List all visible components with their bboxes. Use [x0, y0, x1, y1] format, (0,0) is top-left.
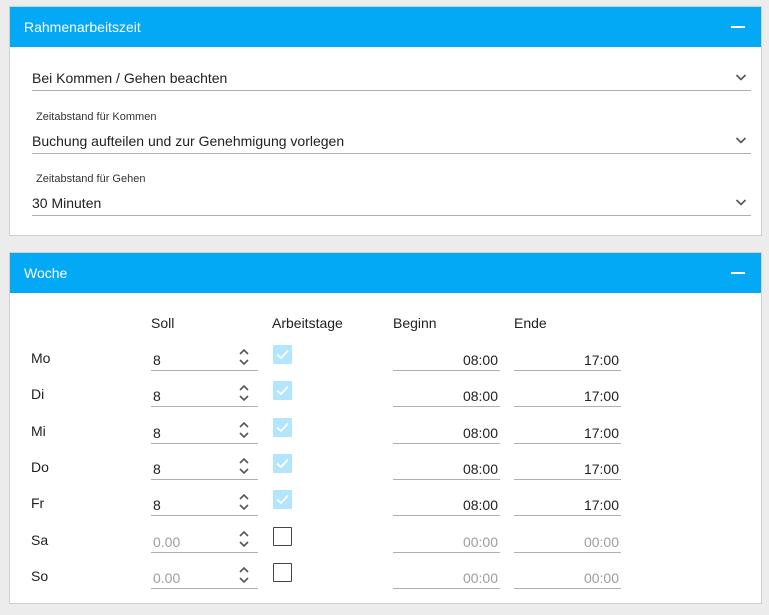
col-header-beginn: Beginn — [393, 315, 437, 331]
ende-input[interactable]: 17:00 — [514, 384, 621, 408]
ende-input[interactable]: 17:00 — [514, 457, 621, 480]
soll-value: 8 — [153, 388, 161, 405]
ende-input[interactable]: 17:00 — [514, 493, 621, 517]
up-down-chevron-icon[interactable] — [238, 383, 250, 403]
beginn-value: 08:00 — [462, 352, 498, 368]
gehen-select[interactable]: 30 Minuten — [32, 192, 751, 216]
up-down-chevron-icon[interactable] — [238, 347, 250, 367]
arbeitstag-checkbox[interactable] — [273, 490, 292, 510]
soll-value: 0.00 — [153, 569, 181, 586]
soll-input[interactable]: 8 — [151, 492, 258, 517]
soll-value: 8 — [153, 460, 161, 477]
kommen-select-value: Buchung aufteilen und zur Genehmigung vo… — [32, 133, 345, 149]
chevron-down-icon — [735, 137, 747, 144]
beginn-input[interactable]: 00:00 — [393, 566, 500, 589]
soll-input[interactable]: 8 — [151, 348, 258, 371]
check-icon — [276, 495, 289, 505]
day-label: So — [31, 567, 49, 584]
woche-header[interactable]: Woche — [10, 253, 761, 293]
soll-value: 8 — [153, 424, 161, 441]
check-icon — [276, 422, 289, 432]
day-label: Do — [31, 458, 49, 475]
soll-input[interactable]: 8 — [151, 383, 258, 408]
kommen-label: Zeitabstand für Kommen — [36, 111, 157, 123]
day-label: Mo — [31, 350, 51, 366]
ende-value: 00:00 — [583, 569, 619, 586]
soll-input[interactable]: 8 — [151, 421, 258, 444]
arbeitstag-checkbox[interactable] — [273, 562, 292, 582]
arbeitstag-checkbox[interactable] — [273, 453, 292, 473]
beginn-input[interactable]: 00:00 — [393, 530, 500, 553]
arbeitstag-checkbox[interactable] — [273, 381, 292, 401]
up-down-chevron-icon[interactable] — [238, 456, 250, 476]
soll-input[interactable]: 0.00 — [151, 566, 258, 589]
day-label: Fr — [31, 495, 45, 512]
beginn-input[interactable]: 08:00 — [393, 457, 500, 480]
woche-panel: Woche Soll Arbeitstage Beginn Ende Mo 8 08… — [9, 252, 762, 604]
arbeitstag-checkbox[interactable] — [273, 526, 292, 546]
ende-input[interactable]: 17:00 — [514, 421, 621, 444]
soll-value: 0.00 — [153, 533, 181, 550]
soll-value: 8 — [153, 497, 161, 514]
ende-input[interactable]: 17:00 — [514, 348, 621, 371]
kommen-select[interactable]: Buchung aufteilen und zur Genehmigung vo… — [32, 130, 751, 154]
chevron-down-icon — [735, 199, 747, 206]
arbeitstag-checkbox[interactable] — [273, 417, 292, 437]
soll-input[interactable]: 0.00 — [151, 530, 258, 553]
ende-value: 00:00 — [583, 533, 619, 550]
beginn-input[interactable]: 08:00 — [393, 421, 500, 444]
beginn-value: 08:00 — [462, 497, 498, 514]
check-icon — [276, 458, 289, 469]
ende-input[interactable]: 00:00 — [514, 566, 621, 589]
beginn-input[interactable]: 08:00 — [393, 493, 500, 517]
col-header-soll: Soll — [151, 315, 175, 331]
mode-select[interactable]: Bei Kommen / Gehen beachten — [32, 67, 751, 91]
soll-value: 8 — [153, 352, 161, 368]
day-label: Di — [31, 386, 45, 403]
ende-value: 17:00 — [583, 424, 619, 441]
check-icon — [276, 349, 289, 360]
day-label: Mi — [31, 422, 46, 439]
chevron-down-icon — [735, 74, 747, 81]
beginn-value: 08:00 — [462, 388, 498, 405]
ende-value: 17:00 — [583, 352, 619, 368]
up-down-chevron-icon[interactable] — [238, 529, 250, 549]
arbeitstag-checkbox[interactable] — [273, 345, 292, 364]
ende-input[interactable]: 00:00 — [514, 530, 621, 553]
col-header-ende: Ende — [514, 315, 547, 331]
beginn-input[interactable]: 08:00 — [393, 348, 500, 371]
beginn-value: 08:00 — [462, 460, 498, 477]
ende-value: 17:00 — [583, 497, 619, 514]
panel-title: Rahmenarbeitszeit — [24, 19, 141, 35]
col-header-arbeitstage: Arbeitstage — [272, 315, 343, 331]
check-icon — [276, 386, 289, 396]
collapse-minus-icon[interactable] — [730, 19, 746, 35]
gehen-select-value: 30 Minuten — [32, 195, 102, 211]
panel-title: Woche — [24, 265, 68, 281]
beginn-input[interactable]: 08:00 — [393, 384, 500, 408]
up-down-chevron-icon[interactable] — [238, 492, 250, 512]
day-label: Sa — [31, 531, 49, 548]
beginn-value: 08:00 — [462, 424, 498, 441]
beginn-value: 00:00 — [462, 533, 498, 550]
soll-input[interactable]: 8 — [151, 457, 258, 480]
rahmenarbeitszeit-panel: Rahmenarbeitszeit Bei Kommen / Gehen bea… — [9, 6, 762, 236]
collapse-minus-icon[interactable] — [730, 265, 746, 281]
ende-value: 17:00 — [583, 460, 619, 477]
beginn-value: 00:00 — [462, 569, 498, 586]
mode-select-value: Bei Kommen / Gehen beachten — [32, 70, 228, 86]
rahmenarbeitszeit-header[interactable]: Rahmenarbeitszeit — [10, 7, 761, 47]
up-down-chevron-icon[interactable] — [238, 565, 250, 585]
up-down-chevron-icon[interactable] — [238, 420, 250, 440]
ende-value: 17:00 — [583, 388, 619, 405]
gehen-label: Zeitabstand für Gehen — [36, 173, 146, 185]
